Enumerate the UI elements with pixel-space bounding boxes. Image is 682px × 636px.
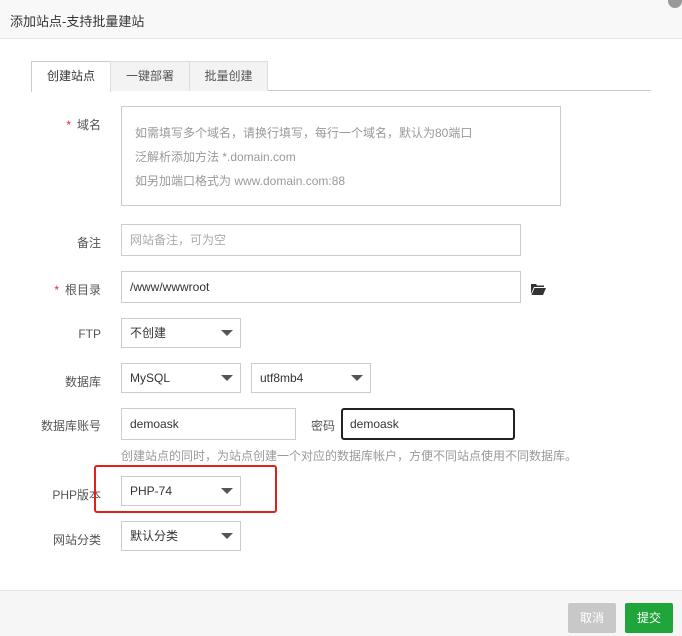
root-label-text: 根目录 xyxy=(64,283,101,297)
submit-button[interactable]: 提交 xyxy=(625,603,673,633)
db-password-label: 密码 xyxy=(311,419,336,433)
ftp-select[interactable]: 不创建 xyxy=(121,318,241,348)
folder-open-icon[interactable] xyxy=(531,283,546,295)
database-type-select[interactable]: MySQL xyxy=(121,363,241,393)
domain-label: * 域名 xyxy=(31,116,101,133)
close-icon[interactable] xyxy=(668,0,682,8)
chevron-down-icon xyxy=(351,375,363,381)
chevron-down-icon xyxy=(221,375,233,381)
tab-create-site[interactable]: 创建站点 xyxy=(31,61,111,92)
chevron-down-icon xyxy=(221,330,233,336)
db-account-hint: 创建站点的同时，为站点创建一个对应的数据库帐户，方便不同站点使用不同数据库。 xyxy=(121,449,578,463)
domain-placeholder-line: 泛解析添加方法 *.domain.com xyxy=(135,150,296,164)
db-account-label: 数据库账号 xyxy=(40,419,101,433)
domain-textarea[interactable]: 如需填写多个域名，请换行填写，每行一个域名，默认为80端口 泛解析添加方法 *.… xyxy=(121,106,561,206)
db-password-input[interactable]: demoask xyxy=(341,408,515,440)
required-mark: * xyxy=(66,118,71,132)
domain-placeholder-line: 如另加端口格式为 www.domain.com:88 xyxy=(135,174,346,188)
chevron-down-icon xyxy=(221,533,233,539)
remark-label: 备注 xyxy=(76,236,101,250)
dialog-title: 添加站点-支持批量建站 xyxy=(10,14,145,29)
database-type-value: MySQL xyxy=(130,371,171,385)
dialog-titlebar: 添加站点-支持批量建站 xyxy=(0,0,682,39)
remark-input[interactable]: 网站备注，可为空 xyxy=(121,224,521,256)
highlight-box xyxy=(94,465,277,513)
category-label: 网站分类 xyxy=(52,533,101,547)
tab-bar: 创建站点 一键部署 批量创建 xyxy=(31,61,651,92)
database-label: 数据库 xyxy=(64,375,101,389)
ftp-select-value: 不创建 xyxy=(130,326,167,340)
required-mark: * xyxy=(54,283,59,297)
root-dir-input[interactable]: /www/wwwroot xyxy=(121,271,521,303)
tab-batch-create[interactable]: 批量创建 xyxy=(189,61,268,91)
dialog-footer: 取消 提交 xyxy=(0,590,682,636)
database-charset-value: utf8mb4 xyxy=(260,371,304,385)
database-charset-select[interactable]: utf8mb4 xyxy=(251,363,371,393)
tab-one-click-deploy[interactable]: 一键部署 xyxy=(110,61,190,91)
category-select[interactable]: 默认分类 xyxy=(121,521,241,551)
category-value: 默认分类 xyxy=(130,529,179,543)
php-version-label: PHP版本 xyxy=(52,488,101,502)
domain-label-text: 域名 xyxy=(76,118,101,132)
ftp-label: FTP xyxy=(78,327,101,341)
db-user-input[interactable]: demoask xyxy=(121,408,296,440)
root-label: * 根目录 xyxy=(31,281,101,298)
domain-placeholder-line: 如需填写多个域名，请换行填写，每行一个域名，默认为80端口 xyxy=(135,126,473,140)
cancel-button[interactable]: 取消 xyxy=(568,603,616,633)
